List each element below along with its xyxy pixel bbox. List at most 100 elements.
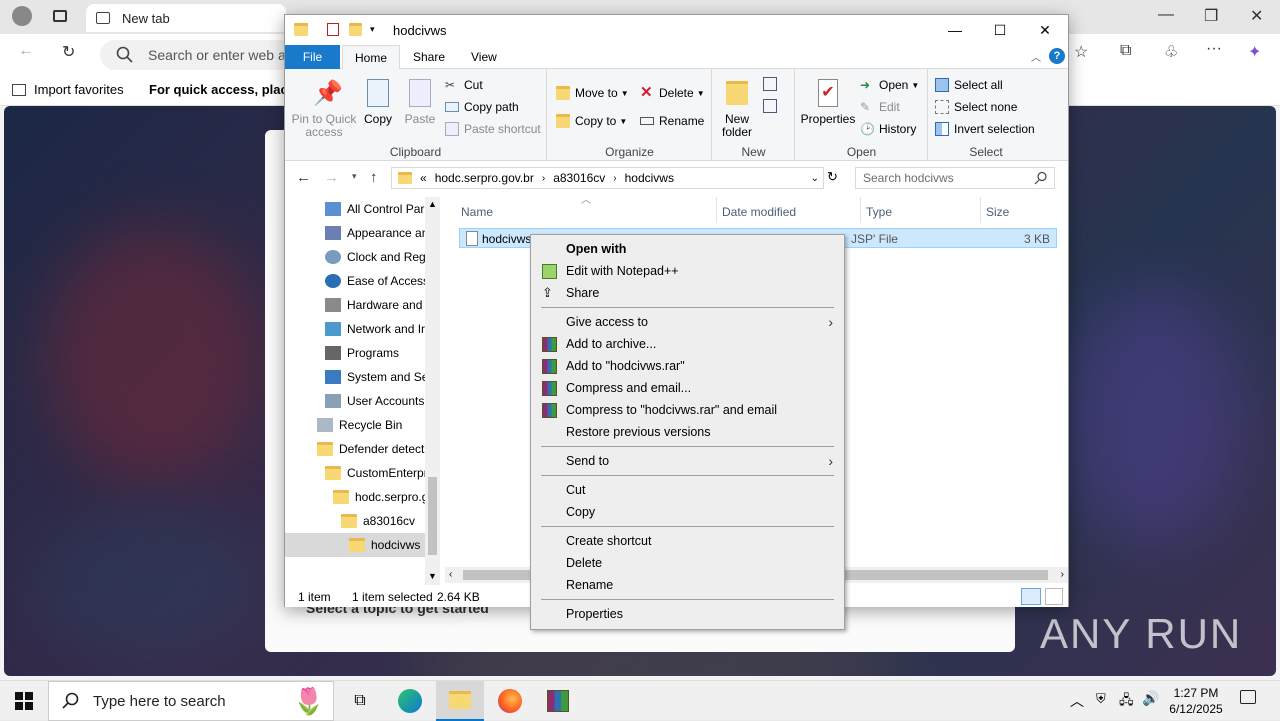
cut-button[interactable]: ✂ Cut (445, 75, 483, 95)
back-arrow-icon[interactable]: ← (296, 169, 311, 186)
collections-icon[interactable]: ⧉ (1120, 42, 1131, 60)
import-favorites[interactable]: Import favorites (12, 82, 124, 97)
nav-item[interactable]: Hardware and (325, 293, 422, 317)
maximize-button[interactable]: ☐ (977, 15, 1023, 45)
winrar-taskbar-button[interactable] (534, 681, 582, 721)
help-icon[interactable]: ? (1049, 48, 1065, 64)
rename-button[interactable]: Rename (640, 111, 704, 131)
nav-item[interactable]: Network and Ir (325, 317, 425, 341)
select-all-button[interactable]: Select all (935, 75, 1003, 95)
scroll-right-icon[interactable]: › (1061, 569, 1064, 580)
history-button[interactable]: 🕑 History (860, 119, 916, 139)
nav-item[interactable]: Appearance an (325, 221, 428, 245)
copilot-icon[interactable]: ✦ (1248, 42, 1261, 62)
nav-item[interactable]: Defender detect (317, 437, 424, 461)
menu-share[interactable]: ⇪ Share (532, 282, 843, 304)
column-date-modified[interactable]: Date modified (722, 205, 796, 219)
scroll-up-icon[interactable]: ▲ (428, 199, 437, 209)
menu-rename[interactable]: Rename (532, 574, 843, 596)
new-folder-button[interactable]: New folder (717, 75, 757, 139)
tab-actions-icon[interactable] (53, 10, 67, 22)
select-none-button[interactable]: Select none (935, 97, 1017, 117)
tray-overflow-icon[interactable]: ︿ (1070, 691, 1084, 711)
path-segment[interactable]: hodcivws (625, 171, 674, 185)
path-segment[interactable]: a83016cv (553, 171, 605, 185)
nav-item[interactable]: User Accounts (325, 389, 424, 413)
nav-item[interactable]: System and Se (325, 365, 428, 389)
nav-vertical-scrollbar[interactable]: ▲ ▼ (425, 197, 440, 585)
paste-shortcut-button[interactable]: Paste shortcut (445, 119, 541, 139)
edge-tab-new[interactable]: New tab (86, 4, 286, 32)
more-icon[interactable]: ··· (1206, 40, 1222, 58)
minimize-button[interactable]: — (932, 15, 978, 45)
defender-tray-icon[interactable]: ⛨ (1096, 691, 1106, 707)
menu-restore-versions[interactable]: Restore previous versions (532, 421, 843, 443)
menu-open-with[interactable]: Open with (532, 238, 843, 260)
up-arrow-icon[interactable]: ↑ (370, 169, 378, 186)
menu-send-to[interactable]: Send to › (532, 450, 843, 472)
path-segment[interactable]: hodc.serpro.gov.br (435, 171, 534, 185)
firefox-taskbar-button[interactable] (486, 681, 534, 721)
menu-copy[interactable]: Copy (532, 501, 843, 523)
address-path[interactable]: « hodc.serpro.gov.br › a83016cv › hodciv… (391, 167, 824, 189)
menu-edit-notepad[interactable]: Edit with Notepad++ (532, 260, 843, 282)
invert-selection-button[interactable]: Invert selection (935, 119, 1035, 139)
notifications-icon[interactable] (1240, 690, 1256, 704)
easy-access-icon[interactable] (763, 99, 777, 113)
edge-taskbar-button[interactable] (386, 681, 434, 721)
favorites-star-icon[interactable]: ☆ (1074, 42, 1088, 62)
nav-item[interactable]: CustomEnterpr (325, 461, 428, 485)
new-item-icon[interactable] (763, 77, 777, 91)
refresh-icon[interactable]: ↻ (62, 42, 75, 62)
menu-add-rar[interactable]: Add to "hodcivws.rar" (532, 355, 843, 377)
details-view-icon[interactable] (1021, 588, 1041, 605)
move-to-button[interactable]: Move to ▼ (556, 83, 629, 103)
explorer-taskbar-button[interactable] (436, 681, 484, 721)
taskbar-search[interactable]: Type here to search 🌷 (48, 681, 334, 721)
column-name[interactable]: Name (461, 205, 493, 219)
start-button[interactable] (0, 681, 48, 721)
new-folder-qa-icon[interactable] (349, 23, 362, 36)
menu-cut[interactable]: Cut (532, 479, 843, 501)
recent-locations-icon[interactable]: ▾ (352, 171, 357, 182)
clock[interactable]: 1:27 PM 6/12/2025 (1166, 685, 1226, 717)
profile-icon[interactable] (12, 6, 32, 26)
copy-big-button[interactable]: Copy (361, 75, 395, 126)
properties-qa-icon[interactable] (327, 23, 339, 36)
edit-button[interactable]: ✎ Edit (860, 97, 900, 117)
menu-compress-email[interactable]: Compress and email... (532, 377, 843, 399)
edge-minimize-button[interactable]: — (1158, 6, 1174, 24)
nav-item[interactable]: a83016cv (341, 509, 415, 533)
refresh-path-icon[interactable]: ↻ (827, 169, 838, 185)
qa-dropdown-icon[interactable]: ▾ (370, 24, 375, 35)
menu-create-shortcut[interactable]: Create shortcut (532, 530, 843, 552)
tab-share[interactable]: Share (401, 45, 457, 69)
path-dropdown-icon[interactable]: ⌄ (811, 173, 819, 184)
nav-item[interactable]: Clock and Regi (325, 245, 428, 269)
extensions-icon[interactable]: ♧ (1164, 42, 1178, 62)
pin-quick-access-button[interactable]: 📌 Pin to Quick access (289, 75, 359, 139)
path-overflow[interactable]: « (420, 171, 427, 185)
large-icons-view-icon[interactable] (1045, 588, 1063, 605)
menu-delete[interactable]: Delete (532, 552, 843, 574)
paste-button[interactable]: Paste (402, 75, 438, 126)
edge-close-button[interactable]: ✕ (1250, 6, 1263, 26)
copy-to-button[interactable]: Copy to ▼ (556, 111, 627, 131)
tab-home[interactable]: Home (342, 45, 401, 69)
properties-button[interactable]: ✔ Properties (800, 75, 856, 126)
edge-restore-button[interactable]: ❐ (1204, 6, 1218, 26)
column-size[interactable]: Size (986, 205, 1009, 219)
menu-add-archive[interactable]: Add to archive... (532, 333, 843, 355)
column-type[interactable]: Type (866, 205, 892, 219)
scroll-down-icon[interactable]: ▼ (428, 571, 437, 581)
tab-file[interactable]: File (285, 45, 340, 69)
task-view-button[interactable]: ⧉ (336, 681, 384, 721)
forward-arrow-icon[interactable]: → (324, 169, 339, 186)
menu-give-access[interactable]: Give access to › (532, 311, 843, 333)
scroll-thumb[interactable] (428, 477, 437, 555)
delete-button[interactable]: ✕ Delete ▼ (640, 83, 705, 103)
tab-view[interactable]: View (459, 45, 509, 69)
network-tray-icon[interactable]: 🖧 (1119, 691, 1134, 713)
menu-properties[interactable]: Properties (532, 603, 843, 625)
back-icon[interactable]: ← (18, 42, 34, 60)
